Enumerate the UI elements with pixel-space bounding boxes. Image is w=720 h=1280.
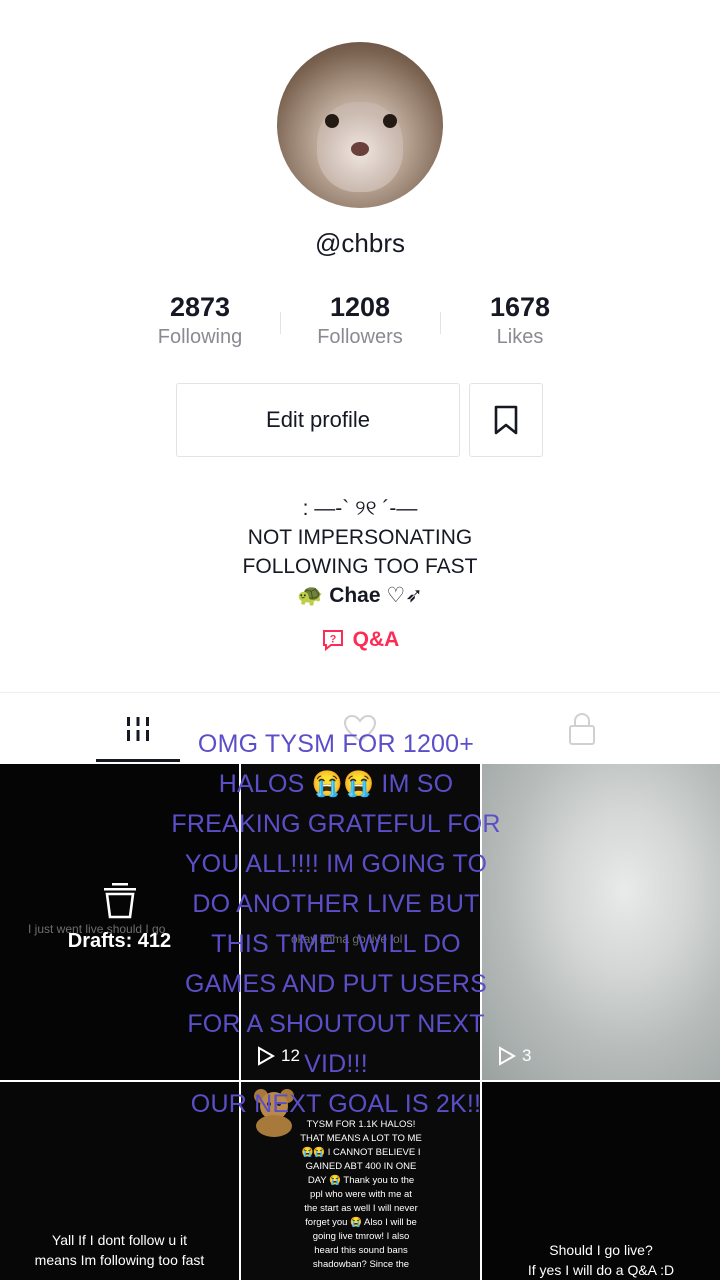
overlay-line: OMG TYSM FOR 1200+ bbox=[197, 730, 475, 758]
trash-icon bbox=[103, 883, 136, 919]
bio-line: NOT IMPERSONATING bbox=[247, 526, 473, 549]
question-bubble-icon: ? bbox=[322, 630, 343, 652]
overlay-announcement-text: OMG TYSM FOR 1200+ HALOS 😭😭 IM SO FREAKI… bbox=[136, 724, 536, 1124]
overlay-line: GAMES AND PUT USERS bbox=[184, 970, 488, 998]
turtle-emoji: 🐢 bbox=[297, 584, 324, 607]
favorites-button[interactable] bbox=[469, 383, 543, 457]
caption-line: DAY 😭 Thank you to the bbox=[307, 1175, 415, 1186]
qa-link[interactable]: ? Q&A bbox=[0, 628, 720, 652]
stat-followers[interactable]: 1208 Followers bbox=[280, 290, 440, 349]
overlay-line: FREAKING GRATEFUL FOR bbox=[171, 810, 501, 838]
video-caption: TYSM FOR 1.1K HALOS! THAT MEANS A LOT TO… bbox=[291, 1118, 431, 1272]
caption-line: Yall If I dont follow u it bbox=[51, 1232, 188, 1248]
profile-bio: : ―-` ୨୧ ´-― NOT IMPERSONATING FOLLOWING… bbox=[0, 494, 720, 610]
username: @chbrs bbox=[315, 228, 405, 258]
overlay-line: YOU ALL!!!! IM GOING TO bbox=[184, 850, 488, 878]
stat-likes-label: Likes bbox=[496, 326, 544, 348]
caption-line: forget you 😭 Also I will be bbox=[305, 1217, 417, 1228]
caption-line: ppl who were with me at bbox=[310, 1189, 412, 1200]
bookmark-icon bbox=[494, 405, 518, 435]
overlay-line: DO ANOTHER LIVE BUT bbox=[192, 890, 480, 918]
caption-line: Should I go live? bbox=[549, 1242, 653, 1258]
caption-line: shadowban? Since the bbox=[312, 1259, 410, 1270]
avatar-eye-right bbox=[383, 114, 397, 128]
avatar-nose bbox=[351, 142, 369, 156]
stat-followers-value: 1208 bbox=[329, 292, 391, 322]
bio-name-line: 🐢 Chae ♡➶ bbox=[0, 581, 720, 610]
overlay-line: VID!!! bbox=[304, 1050, 368, 1078]
stat-following[interactable]: 2873 Following bbox=[120, 290, 280, 349]
caption-line: heard this sound bans bbox=[314, 1245, 408, 1256]
caption-line: GAINED ABT 400 IN ONE bbox=[305, 1161, 417, 1172]
qa-label: Q&A bbox=[352, 628, 400, 651]
edit-profile-button[interactable]: Edit profile bbox=[176, 383, 460, 457]
avatar-eye-left bbox=[325, 114, 339, 128]
caption-line: the start as well I will never bbox=[304, 1203, 418, 1214]
overlay-line: HALOS 😭😭 IM SO bbox=[218, 770, 454, 798]
caption-line: means Im following too fast bbox=[34, 1252, 205, 1268]
lock-icon bbox=[569, 713, 595, 745]
profile-avatar[interactable] bbox=[277, 42, 443, 208]
stat-likes-value: 1678 bbox=[489, 292, 551, 322]
overlay-line: THIS TIME I WILL DO bbox=[211, 930, 461, 958]
stat-followers-label: Followers bbox=[317, 326, 403, 348]
svg-text:?: ? bbox=[329, 634, 336, 646]
stat-following-value: 2873 bbox=[169, 292, 231, 322]
heart-arrow-glyphs: ♡➶ bbox=[386, 584, 423, 607]
caption-line: THAT MEANS A LOT TO ME bbox=[300, 1133, 422, 1144]
bio-line: FOLLOWING TOO FAST bbox=[242, 555, 478, 578]
caption-line: going live tmrow! I also bbox=[312, 1231, 410, 1242]
bio-line: : ―-` ୨୧ ´-― bbox=[302, 497, 418, 520]
video-caption: Should I go live? If yes I will do a Q&A… bbox=[482, 1240, 720, 1280]
stat-likes[interactable]: 1678 Likes bbox=[440, 290, 600, 349]
caption-line: If yes I will do a Q&A :D bbox=[527, 1262, 675, 1278]
bio-name: Chae bbox=[329, 584, 381, 607]
video-caption: Yall If I dont follow u it means Im foll… bbox=[0, 1230, 239, 1270]
stat-following-label: Following bbox=[157, 326, 243, 348]
overlay-line: FOR A SHOUTOUT NEXT bbox=[187, 1010, 485, 1038]
overlay-line: OUR NEXT GOAL IS 2K!! bbox=[190, 1090, 482, 1118]
caption-line: 😭😭 I CANNOT BELIEVE I bbox=[301, 1147, 421, 1158]
profile-stats: 2873 Following 1208 Followers 1678 Likes bbox=[120, 290, 600, 360]
